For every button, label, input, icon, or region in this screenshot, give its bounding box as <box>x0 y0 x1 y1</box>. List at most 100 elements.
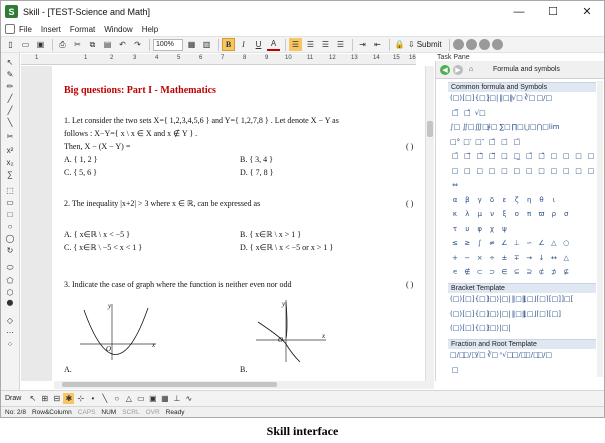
symbol-button[interactable]: |□| <box>487 94 498 104</box>
maximize-button[interactable]: ☐ <box>536 1 570 22</box>
save-icon[interactable]: ▣ <box>34 38 47 51</box>
symbol-button[interactable]: □ <box>586 152 596 162</box>
symbol-button[interactable]: ∠ <box>499 239 509 249</box>
symbol-button[interactable]: [□] <box>462 310 474 320</box>
symbol-button[interactable]: ⌊□⌋ <box>524 295 536 305</box>
document-area[interactable]: Big questions: Part I - Mathematics 1. L… <box>21 66 429 381</box>
symbol-button[interactable]: ∫□ <box>450 123 460 133</box>
print-icon[interactable]: ⎙ <box>56 38 69 51</box>
symbol-button[interactable]: △ <box>549 239 559 249</box>
symbol-button[interactable]: □̆ <box>537 152 547 162</box>
section-fraction-root-template[interactable]: Fraction and Root Template <box>448 339 596 349</box>
document-icon[interactable] <box>5 24 15 34</box>
symbol-button[interactable]: ο <box>512 210 522 220</box>
symbol-button[interactable]: ‖□‖ <box>512 310 526 320</box>
align-icon[interactable]: ⊹ <box>75 393 86 404</box>
underline-button[interactable]: U <box>252 38 265 51</box>
symbol-button[interactable]: ⊄ <box>537 268 547 278</box>
symbol-button[interactable]: □ <box>450 366 460 376</box>
record-button[interactable] <box>452 39 464 50</box>
open-folder-icon[interactable]: ▭ <box>19 38 32 51</box>
symbol-button[interactable]: ⋂□ <box>537 123 549 133</box>
undo-icon[interactable]: ↶ <box>116 38 129 51</box>
symbol-button[interactable]: ⊆ <box>512 268 522 278</box>
symbol-button[interactable]: □/□ <box>462 351 478 361</box>
symbol-button[interactable]: □̃ <box>487 138 497 148</box>
symbol-button[interactable]: ⁿ√□ <box>499 351 513 361</box>
symbol-button[interactable]: ⟨□⟩ <box>487 310 499 320</box>
circle-icon[interactable]: ○ <box>111 393 122 404</box>
node-tool-icon[interactable]: ⋯ <box>4 327 16 337</box>
symbol-button[interactable]: ∭□ <box>475 123 489 133</box>
symbol-button[interactable]: □ <box>524 167 534 177</box>
symbol-button[interactable]: β <box>462 196 472 206</box>
symbol-button[interactable]: λ <box>462 210 472 220</box>
symbol-button[interactable]: □ <box>574 167 584 177</box>
symbol-button[interactable]: (□) <box>450 94 462 104</box>
pentagon-tool-icon[interactable]: ⬠ <box>4 275 16 285</box>
symbol-button[interactable]: □̱ <box>499 152 509 162</box>
symbol-button[interactable]: α <box>450 196 460 206</box>
rectangle-tool-icon[interactable]: ▭ <box>4 197 16 207</box>
symbol-button[interactable]: ∽ <box>524 239 534 249</box>
horizontal-scroll-thumb[interactable] <box>62 382 277 387</box>
symbol-button[interactable]: □ <box>586 167 596 177</box>
outdent-icon[interactable]: ⇤ <box>371 38 384 51</box>
symbol-button[interactable]: ε <box>499 196 509 206</box>
symbol-button[interactable]: χ <box>487 225 497 235</box>
symbol-button[interactable]: ψ <box>499 225 509 235</box>
symbol-button[interactable]: ∑□ <box>499 123 510 133</box>
menu-insert[interactable]: Insert <box>41 25 61 34</box>
symbol-button[interactable]: ∏□ <box>512 123 524 133</box>
group-icon[interactable]: ⊞ <box>39 393 50 404</box>
dot-icon[interactable]: • <box>87 393 98 404</box>
symbol-button[interactable]: □ <box>561 152 571 162</box>
symbol-button[interactable]: ρ <box>549 210 559 220</box>
symbol-button[interactable]: □⃖ <box>475 152 485 162</box>
subscript-icon[interactable]: x₂ <box>4 157 16 167</box>
symbol-button[interactable]: □ <box>450 167 460 177</box>
document-page[interactable]: Big questions: Part I - Mathematics 1. L… <box>52 66 429 381</box>
symbol-button[interactable]: ∈ <box>499 268 509 278</box>
symbol-button[interactable]: □̅ <box>450 109 460 119</box>
symbol-button[interactable]: □̇ <box>499 138 509 148</box>
symbol-button[interactable]: {□} <box>475 310 491 320</box>
symbol-button[interactable]: □/□ <box>512 351 528 361</box>
symbol-button[interactable]: □̄ <box>450 152 460 162</box>
hexagon-tool-icon[interactable]: ⬡ <box>4 287 16 297</box>
arrow-tool-icon[interactable]: ↖ <box>4 57 16 67</box>
symbol-button[interactable]: υ <box>462 225 472 235</box>
symbol-button[interactable]: ⇔ <box>450 181 460 191</box>
circle-tool-icon[interactable]: ◯ <box>4 233 16 243</box>
rectangle-icon[interactable]: ▭ <box>135 393 146 404</box>
home-icon[interactable]: ⌂ <box>466 65 476 75</box>
symbol-button[interactable]: □ <box>475 167 485 177</box>
symbol-button[interactable]: ξ <box>499 210 509 220</box>
symbol-button[interactable]: η <box>524 196 534 206</box>
marker-tool-icon[interactable]: ╱ <box>4 105 16 115</box>
square-tool-icon[interactable]: □ <box>4 209 16 219</box>
oval-tool-icon[interactable]: ⬭ <box>4 263 16 273</box>
symbol-button[interactable]: τ <box>450 225 460 235</box>
symbol-button[interactable]: {□} <box>475 94 491 104</box>
symbol-button[interactable]: (□) <box>450 310 462 320</box>
align-center-icon[interactable]: ☰ <box>304 38 317 51</box>
ellipse-tool-icon[interactable]: ○ <box>4 221 16 231</box>
symbol-button[interactable]: ∮□ <box>487 123 497 133</box>
symbol-button[interactable]: √□ <box>512 94 523 104</box>
symbol-button[interactable]: (□) <box>450 324 462 334</box>
symbol-button[interactable]: ↔ <box>549 254 559 264</box>
pause-button[interactable] <box>491 39 503 50</box>
menu-file[interactable]: File <box>19 25 32 34</box>
symbol-button[interactable]: ○ <box>561 239 571 249</box>
spray-tool-icon[interactable]: ⁘ <box>4 339 16 349</box>
symbol-button[interactable]: |□| <box>499 324 510 334</box>
symbol-button[interactable]: □ <box>549 152 559 162</box>
symbol-button[interactable]: ∛□ <box>524 94 535 104</box>
symbol-button[interactable]: □″ <box>475 138 485 148</box>
symbol-button[interactable]: [□] <box>549 310 561 320</box>
line-tool-icon[interactable]: ╲ <box>4 117 16 127</box>
symbol-button[interactable]: □̌ <box>524 152 534 162</box>
symbol-button[interactable]: [□] <box>549 295 561 305</box>
table-icon[interactable]: ▦ <box>159 393 170 404</box>
